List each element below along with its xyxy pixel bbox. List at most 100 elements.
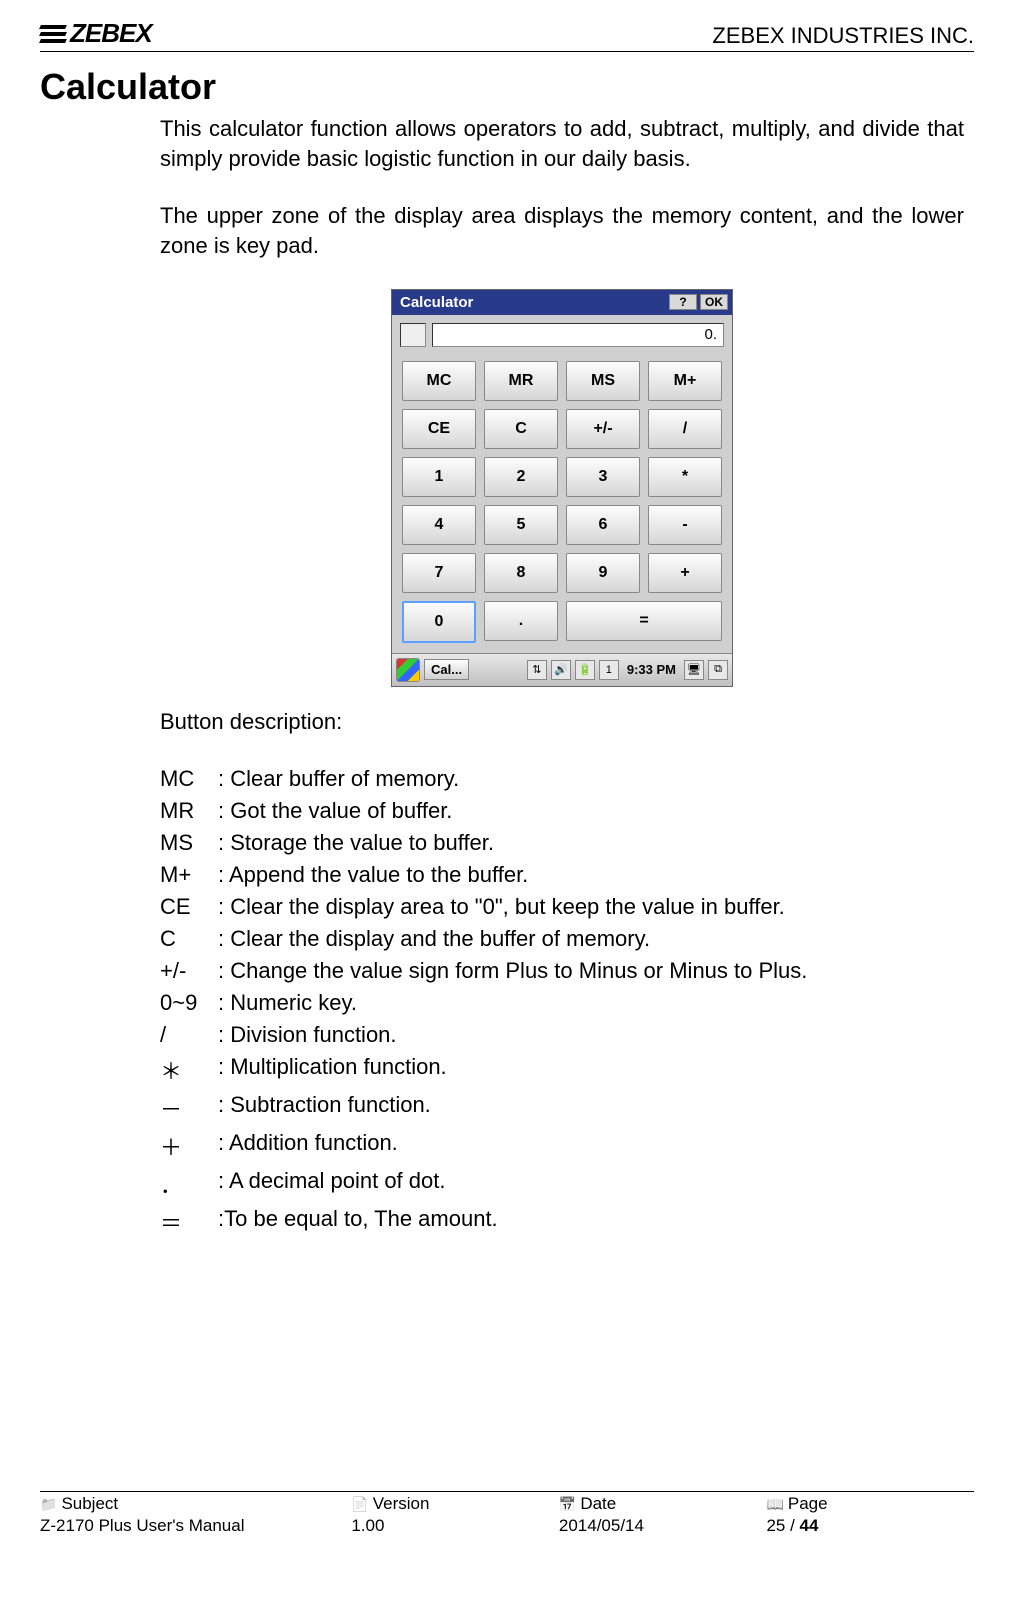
footer-subject-value: Z-2170 Plus User's Manual [40,1516,351,1536]
description-key: MS [160,827,218,859]
description-key: ＊ [160,1051,218,1089]
description-key: MR [160,795,218,827]
key-equals[interactable]: = [566,601,722,641]
key-7[interactable]: 7 [402,553,476,593]
calculator-titlebar: Calculator ? OK [392,290,732,315]
tray-windows-icon[interactable]: ⧉ [708,660,728,680]
description-text: : Got the value of buffer. [218,795,807,827]
description-text: : Clear the display and the buffer of me… [218,923,807,955]
button-description-heading: Button description: [160,709,964,735]
description-text: : Clear the display area to "0", but kee… [218,891,807,923]
description-row: ．: A decimal point of dot. [160,1165,807,1203]
document-icon [351,1494,368,1514]
key-divide[interactable]: / [648,409,722,449]
taskbar: Cal... ⇅ 🔊 🔋 1 9:33 PM 🖥 ⧉ [392,653,732,686]
description-row: ＋: Addition function. [160,1127,807,1165]
description-row: CE: Clear the display area to "0", but k… [160,891,807,923]
description-row: MC: Clear buffer of memory. [160,763,807,795]
key-MS[interactable]: MS [566,361,640,401]
key-MC[interactable]: MC [402,361,476,401]
taskbar-app-button[interactable]: Cal... [424,659,469,680]
tray-battery-icon[interactable]: 🔋 [575,660,595,680]
memory-indicator [400,323,426,347]
key-MR[interactable]: MR [484,361,558,401]
description-text: : A decimal point of dot. [218,1165,807,1203]
help-button[interactable]: ? [669,294,697,310]
description-text: : Append the value to the buffer. [218,859,807,891]
key-9[interactable]: 9 [566,553,640,593]
calendar-icon [559,1494,576,1514]
footer-page-label: Page [788,1494,828,1514]
intro-paragraph-2: The upper zone of the display area displ… [160,201,964,260]
tray-network-icon[interactable]: ⇅ [527,660,547,680]
key-3[interactable]: 3 [566,457,640,497]
description-text: : Change the value sign form Plus to Min… [218,955,807,987]
description-key: － [160,1089,218,1127]
key-Mplus[interactable]: M+ [648,361,722,401]
logo-mark-icon [40,25,66,43]
logo: ZEBEX [40,18,152,49]
calculator-display: 0. [432,323,724,347]
footer-version-label: Version [373,1494,430,1514]
key-CE[interactable]: CE [402,409,476,449]
key-4[interactable]: 4 [402,505,476,545]
description-row: C: Clear the display and the buffer of m… [160,923,807,955]
tray-desktop-icon[interactable]: 🖥 [684,660,704,680]
description-text: : Subtraction function. [218,1089,807,1127]
description-text: : Multiplication function. [218,1051,807,1089]
description-text: : Addition function. [218,1127,807,1165]
key-8[interactable]: 8 [484,553,558,593]
description-text: : Storage the value to buffer. [218,827,807,859]
description-text: :To be equal to, The amount. [218,1203,807,1241]
footer-subject-label: Subject [61,1494,118,1514]
description-key: MC [160,763,218,795]
key-1[interactable]: 1 [402,457,476,497]
footer-date-value: 2014/05/14 [559,1516,767,1536]
footer-version-value: 1.00 [351,1516,559,1536]
footer-date-label: Date [580,1494,616,1514]
button-description-table: MC: Clear buffer of memory.MR: Got the v… [160,763,807,1241]
page-footer: Subject Z-2170 Plus User's Manual Versio… [40,1491,974,1536]
start-button-icon[interactable] [396,658,420,682]
key-dot[interactable]: . [484,601,558,641]
description-key: 0~9 [160,987,218,1019]
description-row: ＝:To be equal to, The amount. [160,1203,807,1241]
description-key: / [160,1019,218,1051]
page-total: 44 [800,1516,819,1535]
folder-icon [40,1494,57,1514]
page-title: Calculator [40,66,974,108]
company-name: ZEBEX INDUSTRIES INC. [712,23,974,49]
key-6[interactable]: 6 [566,505,640,545]
key-C[interactable]: C [484,409,558,449]
key-0[interactable]: 0 [402,601,476,643]
page-separator: / [785,1516,799,1535]
key-sign[interactable]: +/- [566,409,640,449]
description-key: CE [160,891,218,923]
description-row: －: Subtraction function. [160,1089,807,1127]
key-2[interactable]: 2 [484,457,558,497]
description-key: C [160,923,218,955]
key-plus[interactable]: + [648,553,722,593]
description-key: ＋ [160,1127,218,1165]
page-header: ZEBEX ZEBEX INDUSTRIES INC. [40,18,974,52]
description-text: : Clear buffer of memory. [218,763,807,795]
description-text: : Division function. [218,1019,807,1051]
key-multiply[interactable]: * [648,457,722,497]
key-minus[interactable]: - [648,505,722,545]
book-icon [766,1494,783,1514]
description-key: +/- [160,955,218,987]
description-row: MR: Got the value of buffer. [160,795,807,827]
description-text: : Numeric key. [218,987,807,1019]
ok-button[interactable]: OK [700,294,728,310]
footer-page-value: 25 / 44 [766,1516,974,1536]
tray-input-icon[interactable]: 1 [599,660,619,680]
tray-clock: 9:33 PM [623,662,680,677]
description-row: +/-: Change the value sign form Plus to … [160,955,807,987]
description-row: M+: Append the value to the buffer. [160,859,807,891]
description-key: ＝ [160,1203,218,1241]
logo-text: ZEBEX [70,18,152,49]
description-row: MS: Storage the value to buffer. [160,827,807,859]
tray-volume-icon[interactable]: 🔊 [551,660,571,680]
key-5[interactable]: 5 [484,505,558,545]
calculator-window: Calculator ? OK 0. MC MR MS M+ CE C +/- … [391,289,733,687]
